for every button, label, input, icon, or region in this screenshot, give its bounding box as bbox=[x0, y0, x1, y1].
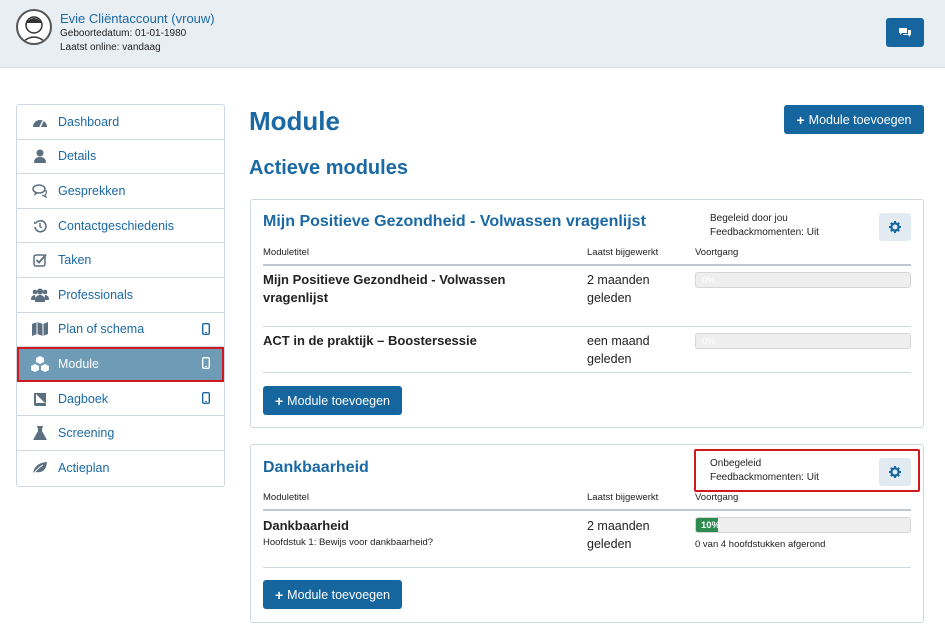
module-title[interactable]: Dankbaarheid bbox=[263, 517, 349, 535]
add-module-label: Module toevoegen bbox=[287, 393, 391, 408]
client-header: Evie Cliëntaccount (vrouw) Geboortedatum… bbox=[0, 0, 945, 68]
sidebar-item-professionals[interactable]: Professionals bbox=[17, 278, 224, 313]
column-header-updated: Laatst bijgewerkt bbox=[587, 247, 659, 258]
module-title[interactable]: ACT in de praktijk – Boostersessie bbox=[263, 332, 477, 350]
checkbox-icon bbox=[31, 251, 49, 269]
add-module-label: Module toevoegen bbox=[808, 112, 912, 127]
updated-line: geleden bbox=[587, 352, 632, 366]
avatar bbox=[16, 9, 52, 45]
module-updated: een maand geleden bbox=[587, 332, 650, 368]
column-header-updated: Laatst bijgewerkt bbox=[587, 492, 659, 503]
divider bbox=[263, 326, 911, 327]
sidebar-item-label: Contactgeschiedenis bbox=[58, 218, 175, 233]
guidance-info: Begeleid door jou Feedbackmomenten: Uit bbox=[710, 212, 819, 240]
sidebar-item-dagboek[interactable]: Dagboek bbox=[17, 382, 224, 417]
sidebar-item-details[interactable]: Details bbox=[17, 140, 224, 175]
module-panel-title[interactable]: Mijn Positieve Gezondheid - Volwassen vr… bbox=[263, 213, 646, 231]
progress-label: 0% bbox=[702, 275, 716, 285]
dashboard-icon bbox=[31, 113, 49, 131]
module-subtitle: Hoofdstuk 1: Bewijs voor dankbaarheid? bbox=[263, 537, 434, 548]
sidebar-item-label: Screening bbox=[58, 426, 115, 441]
add-module-button[interactable]: + Module toevoegen bbox=[784, 105, 924, 134]
sidebar-item-label: Plan of schema bbox=[58, 322, 145, 337]
updated-line: geleden bbox=[587, 537, 632, 551]
client-last-online: Laatst online: vandaag bbox=[60, 42, 161, 53]
module-title-line: vragenlijst bbox=[263, 290, 329, 305]
gear-icon bbox=[889, 221, 901, 233]
sidebar-item-label: Module bbox=[58, 356, 99, 371]
sidebar-item-label: Dagboek bbox=[58, 391, 109, 406]
module-updated: 2 maanden geleden bbox=[587, 517, 650, 553]
mobile-icon bbox=[201, 322, 210, 338]
plus-icon: + bbox=[274, 392, 284, 409]
leaf-icon bbox=[31, 459, 49, 477]
sidebar-item-actieplan[interactable]: Actieplan bbox=[17, 451, 224, 486]
sidebar-item-contactgeschiedenis[interactable]: Contactgeschiedenis bbox=[17, 209, 224, 244]
module-updated: 2 maanden geleden bbox=[587, 271, 650, 307]
updated-line: 2 maanden bbox=[587, 273, 650, 287]
module-settings-button[interactable] bbox=[879, 213, 911, 241]
add-module-button[interactable]: + Module toevoegen bbox=[263, 386, 402, 415]
history-icon bbox=[31, 217, 49, 235]
sidebar-item-label: Gesprekken bbox=[58, 183, 126, 198]
divider bbox=[263, 509, 911, 511]
guidance-status: Begeleid door jou bbox=[710, 213, 788, 224]
mobile-icon bbox=[201, 357, 210, 372]
sidebar-item-label: Details bbox=[58, 149, 97, 164]
sidebar-item-taken[interactable]: Taken bbox=[17, 243, 224, 278]
divider bbox=[263, 372, 911, 373]
map-icon bbox=[31, 320, 49, 338]
sidebar-item-label: Dashboard bbox=[58, 114, 120, 129]
plus-icon: + bbox=[796, 111, 805, 128]
sidebar: Dashboard Details Gesprekken Contactgesc… bbox=[16, 104, 225, 487]
module-panel: Mijn Positieve Gezondheid - Volwassen vr… bbox=[250, 199, 924, 428]
sidebar-item-label: Professionals bbox=[58, 287, 134, 302]
chat-button[interactable] bbox=[886, 18, 924, 47]
feedback-status: Feedbackmomenten: Uit bbox=[710, 227, 819, 238]
section-title: Actieve modules bbox=[249, 157, 408, 179]
plus-icon: + bbox=[274, 586, 284, 603]
module-panel-title[interactable]: Dankbaarheid bbox=[263, 459, 369, 477]
book-icon bbox=[31, 390, 49, 408]
client-dob: Geboortedatum: 01-01-1980 bbox=[60, 28, 187, 39]
module-panel: Dankbaarheid Onbegeleid Feedbackmomenten… bbox=[250, 444, 924, 623]
divider bbox=[263, 264, 911, 266]
column-header-title: Moduletitel bbox=[263, 247, 309, 258]
progress-fill: 10% bbox=[696, 518, 720, 532]
column-header-progress: Voortgang bbox=[695, 492, 739, 503]
divider bbox=[263, 567, 911, 568]
progress-bar: 0% bbox=[695, 333, 911, 349]
flask-icon bbox=[31, 424, 49, 442]
page-title: Module bbox=[249, 106, 340, 136]
updated-line: 2 maanden bbox=[587, 519, 650, 533]
sidebar-item-plan-of-schema[interactable]: Plan of schema bbox=[17, 313, 224, 348]
progress-label: 0% bbox=[702, 336, 716, 346]
cubes-icon bbox=[31, 355, 49, 373]
progress-bar: 10% bbox=[695, 517, 911, 533]
mobile-icon bbox=[201, 391, 210, 407]
progress-bar: 0% bbox=[695, 272, 911, 288]
column-header-title: Moduletitel bbox=[263, 492, 309, 503]
sidebar-item-label: Actieplan bbox=[58, 461, 110, 476]
sidebar-item-module[interactable]: Module bbox=[17, 347, 224, 382]
updated-line: een maand bbox=[587, 334, 650, 348]
highlight-box bbox=[694, 449, 920, 492]
chat-bubbles-icon bbox=[31, 182, 49, 200]
sidebar-item-label: Taken bbox=[58, 253, 92, 268]
sidebar-item-dashboard[interactable]: Dashboard bbox=[17, 105, 224, 140]
progress-note: 0 van 4 hoofdstukken afgerond bbox=[695, 539, 826, 550]
client-name: Evie Cliëntaccount (vrouw) bbox=[60, 11, 215, 26]
module-title-line: Mijn Positieve Gezondheid - Volwassen bbox=[263, 272, 506, 287]
module-title[interactable]: Mijn Positieve Gezondheid - Volwassen vr… bbox=[263, 271, 505, 307]
user-icon bbox=[31, 147, 49, 165]
sidebar-item-screening[interactable]: Screening bbox=[17, 416, 224, 451]
add-module-button[interactable]: + Module toevoegen bbox=[263, 580, 402, 609]
updated-line: geleden bbox=[587, 291, 632, 305]
group-icon bbox=[31, 286, 49, 304]
add-module-label: Module toevoegen bbox=[287, 587, 391, 602]
chat-icon bbox=[899, 27, 911, 37]
sidebar-item-gesprekken[interactable]: Gesprekken bbox=[17, 174, 224, 209]
column-header-progress: Voortgang bbox=[695, 247, 739, 258]
